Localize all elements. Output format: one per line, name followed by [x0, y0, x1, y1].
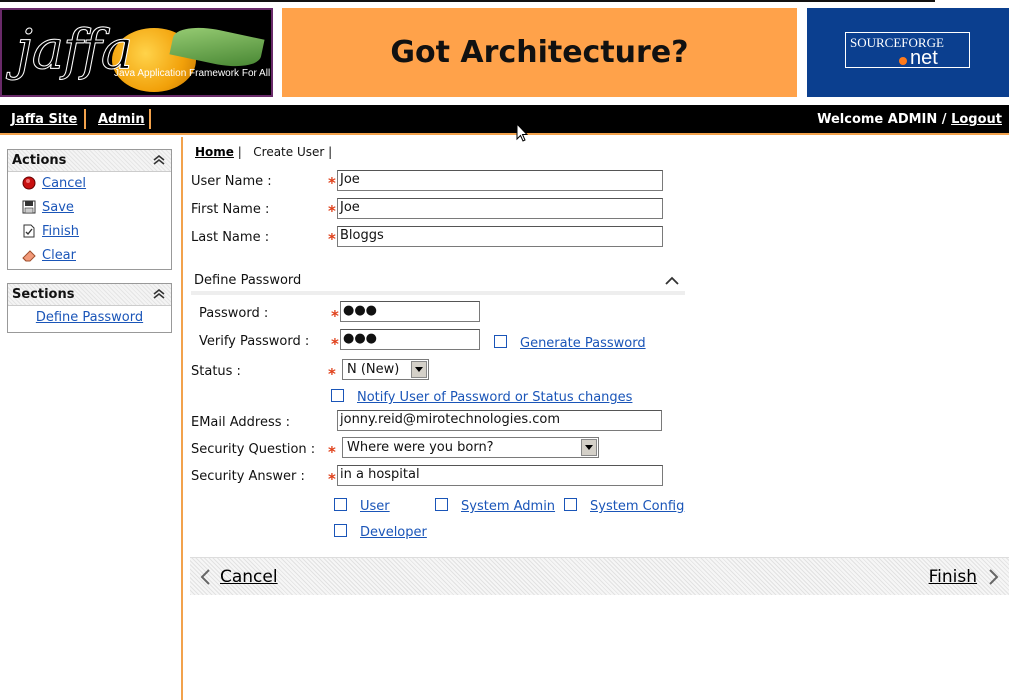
action-save-link[interactable]: Save — [42, 200, 74, 215]
footer-cancel-link[interactable]: Cancel — [220, 567, 278, 587]
role-system-admin-link[interactable]: System Admin — [461, 499, 555, 514]
email-input[interactable]: jonny.reid@mirotechnologies.com — [337, 410, 662, 431]
top-rule — [0, 0, 935, 2]
logout-link[interactable]: Logout — [951, 112, 1002, 127]
action-finish[interactable]: Finish — [8, 220, 171, 244]
required-asterisk-icon: * — [331, 335, 339, 353]
floppy-disk-icon — [22, 200, 36, 214]
main-content: Home | Create User | User Name : * Joe F… — [185, 137, 1009, 700]
required-asterisk-icon: * — [328, 202, 336, 220]
security-question-label: Security Question : — [191, 442, 316, 457]
role-system-config-checkbox[interactable] — [564, 498, 577, 511]
action-clear-link[interactable]: Clear — [42, 248, 76, 263]
generate-password-checkbox[interactable] — [494, 335, 507, 348]
required-asterisk-icon: * — [328, 365, 336, 383]
action-save[interactable]: Save — [8, 196, 171, 220]
sections-panel-header[interactable]: Sections — [8, 284, 171, 306]
chevron-right-icon[interactable] — [987, 568, 1001, 586]
sourceforge-dot-icon — [899, 57, 907, 65]
sourceforge-bottom-text: net — [910, 47, 938, 69]
actions-panel-header[interactable]: Actions — [8, 150, 171, 172]
security-answer-input[interactable]: in a hospital — [337, 465, 663, 486]
welcome-label: Welcome ADMIN / — [817, 112, 952, 127]
collapse-up-icon[interactable] — [153, 155, 165, 165]
required-asterisk-icon: * — [328, 443, 336, 461]
first-name-label: First Name : — [191, 202, 270, 217]
nav-separator — [149, 109, 151, 129]
ad-banner[interactable]: Got Architecture? — [282, 8, 797, 97]
verify-password-label: Verify Password : — [199, 334, 310, 349]
collapse-up-icon[interactable] — [665, 276, 679, 286]
security-answer-label: Security Answer : — [191, 469, 305, 484]
action-cancel-link[interactable]: Cancel — [42, 176, 86, 191]
action-cancel[interactable]: Cancel — [8, 172, 171, 196]
required-asterisk-icon: * — [331, 307, 339, 325]
password-input[interactable]: ●●● — [340, 301, 480, 322]
required-asterisk-icon: * — [328, 174, 336, 192]
breadcrumb-separator: | — [237, 145, 242, 159]
mouse-cursor-icon — [516, 123, 528, 142]
nav-admin-link[interactable]: Admin — [98, 112, 145, 127]
required-asterisk-icon: * — [328, 230, 336, 248]
ad-text: Got Architecture? — [390, 35, 689, 70]
jaffa-logo[interactable]: jaffa Java Application Framework For All — [0, 8, 273, 97]
role-system-config-link[interactable]: System Config — [590, 499, 684, 514]
status-label: Status : — [191, 364, 241, 379]
action-clear[interactable]: Clear — [8, 244, 171, 268]
actions-panel: Actions Cancel Save Finish Clear — [7, 149, 172, 270]
footer-finish-link[interactable]: Finish — [929, 567, 977, 587]
collapse-up-icon[interactable] — [153, 289, 165, 299]
define-password-section-header[interactable]: Define Password — [191, 268, 685, 295]
stop-icon — [22, 176, 36, 190]
sourceforge-badge: SOURCEFORGE net — [845, 32, 970, 69]
section-define-password-link[interactable]: Define Password — [8, 306, 171, 331]
security-question-select[interactable]: Where were you born? — [342, 437, 599, 458]
logo-tagline: Java Application Framework For All — [114, 68, 271, 79]
breadcrumb-current: Create User — [253, 145, 325, 159]
breadcrumb: Home | Create User | — [195, 145, 332, 159]
left-sidebar: Actions Cancel Save Finish Clear Section… — [0, 137, 183, 700]
user-name-input[interactable]: Joe — [337, 170, 663, 191]
status-select[interactable]: N (New) — [342, 359, 429, 380]
role-user-checkbox[interactable] — [334, 498, 347, 511]
sections-panel: Sections Define Password — [7, 283, 172, 333]
role-user-link[interactable]: User — [360, 499, 390, 514]
notify-user-link[interactable]: Notify User of Password or Status change… — [357, 390, 632, 405]
generate-password-link[interactable]: Generate Password — [520, 336, 646, 351]
breadcrumb-home-link[interactable]: Home — [195, 145, 234, 159]
security-question-value: Where were you born? — [347, 440, 494, 455]
notify-user-checkbox[interactable] — [331, 389, 344, 402]
action-finish-link[interactable]: Finish — [42, 224, 79, 239]
top-nav-bar: Jaffa Site Admin Welcome ADMIN / Logout — [0, 105, 1009, 135]
last-name-label: Last Name : — [191, 230, 270, 245]
required-asterisk-icon: * — [328, 470, 336, 488]
email-label: EMail Address : — [191, 415, 291, 430]
chevron-down-icon[interactable] — [581, 439, 597, 456]
password-label: Password : — [199, 306, 269, 321]
nav-jaffa-site-link[interactable]: Jaffa Site — [11, 112, 77, 127]
actions-panel-title: Actions — [12, 153, 67, 168]
first-name-input[interactable]: Joe — [337, 198, 663, 219]
chevron-left-icon[interactable] — [198, 568, 212, 586]
nav-separator — [84, 109, 86, 129]
sections-panel-title: Sections — [12, 287, 75, 302]
document-check-icon — [23, 224, 35, 238]
role-developer-checkbox[interactable] — [334, 524, 347, 537]
welcome-text: Welcome ADMIN / Logout — [817, 112, 1002, 127]
chevron-down-icon[interactable] — [411, 361, 427, 378]
role-developer-link[interactable]: Developer — [360, 525, 427, 540]
breadcrumb-separator: | — [328, 145, 333, 159]
eraser-icon — [22, 250, 36, 262]
sourceforge-logo[interactable]: SOURCEFORGE net — [807, 8, 1009, 97]
user-name-label: User Name : — [191, 174, 272, 189]
verify-password-input[interactable]: ●●● — [340, 329, 480, 350]
last-name-input[interactable]: Bloggs — [337, 226, 663, 247]
role-system-admin-checkbox[interactable] — [435, 498, 448, 511]
status-select-value: N (New) — [347, 362, 400, 377]
form-footer-bar: Cancel Finish — [190, 557, 1009, 595]
define-password-title: Define Password — [194, 273, 302, 288]
